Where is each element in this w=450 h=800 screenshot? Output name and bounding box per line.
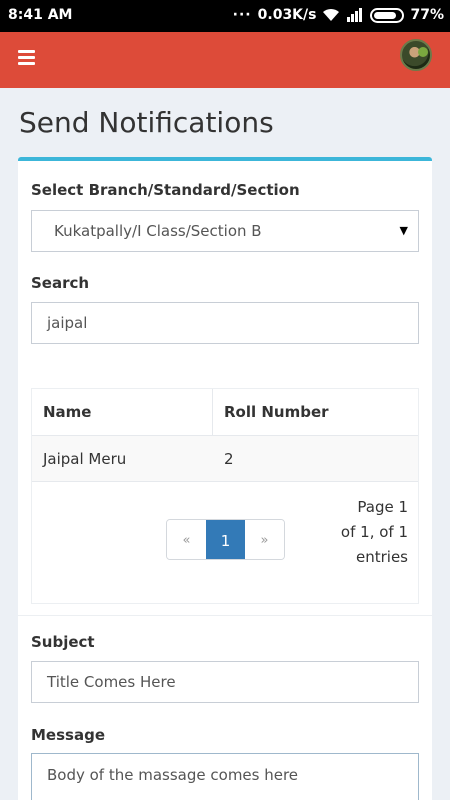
pagination-info-line: Page 1 xyxy=(357,498,408,516)
pagination-next-button[interactable]: » xyxy=(245,520,284,559)
pagination-info-line: of 1, of 1 xyxy=(340,523,408,541)
battery-percent: 77% xyxy=(410,7,444,23)
pagination-prev-button[interactable]: « xyxy=(167,520,206,559)
wifi-icon xyxy=(323,8,340,21)
network-speed: 0.03K/s xyxy=(257,7,317,23)
more-dots-icon: ··· xyxy=(232,7,252,23)
status-icons: ··· 0.03K/s 77% xyxy=(233,7,444,23)
pagination: « 1 » xyxy=(166,519,285,560)
branch-label: Select Branch/Standard/Section xyxy=(31,181,300,199)
notification-form-box: Select Branch/Standard/Section Kukatpall… xyxy=(18,157,432,800)
search-input-value: jaipal xyxy=(47,314,88,332)
table-cell-roll-number: 2 xyxy=(224,450,234,468)
hamburger-menu-icon[interactable] xyxy=(18,50,35,65)
subject-input[interactable]: Title Comes Here xyxy=(31,661,419,703)
pagination-info-line: entries xyxy=(356,548,408,566)
subject-input-placeholder: Title Comes Here xyxy=(47,673,176,691)
page-title: Send Notifications xyxy=(19,106,274,139)
pagination-page-1[interactable]: 1 xyxy=(206,520,245,559)
status-bar: 8:41 AM ··· 0.03K/s 77% xyxy=(0,0,450,32)
search-input[interactable]: jaipal xyxy=(31,302,419,344)
dropdown-arrow-icon: ▼ xyxy=(399,224,408,237)
table-cell-name: Jaipal Meru xyxy=(43,450,127,468)
column-header-name[interactable]: Name xyxy=(43,403,91,421)
branch-select[interactable]: Kukatpally/I Class/Section B ▼ xyxy=(31,210,419,252)
column-header-roll-number[interactable]: Roll Number xyxy=(224,403,329,421)
table-row[interactable]: Jaipal Meru 2 xyxy=(32,435,418,482)
signal-icon xyxy=(347,8,363,22)
battery-icon xyxy=(370,7,405,23)
app-header xyxy=(0,32,450,88)
pagination-info: Page 1 of 1, of 1 entries xyxy=(318,495,408,570)
branch-select-value: Kukatpally/I Class/Section B xyxy=(54,222,262,240)
divider xyxy=(18,615,432,616)
search-label: Search xyxy=(31,274,90,292)
message-label: Message xyxy=(31,726,105,744)
message-textarea[interactable]: Body of the massage comes here xyxy=(31,753,419,800)
avatar[interactable] xyxy=(400,39,432,71)
status-time: 8:41 AM xyxy=(8,7,73,23)
students-table: Name Roll Number Jaipal Meru 2 Page 1 of… xyxy=(31,388,419,604)
subject-label: Subject xyxy=(31,633,95,651)
message-textarea-placeholder: Body of the massage comes here xyxy=(47,766,299,784)
